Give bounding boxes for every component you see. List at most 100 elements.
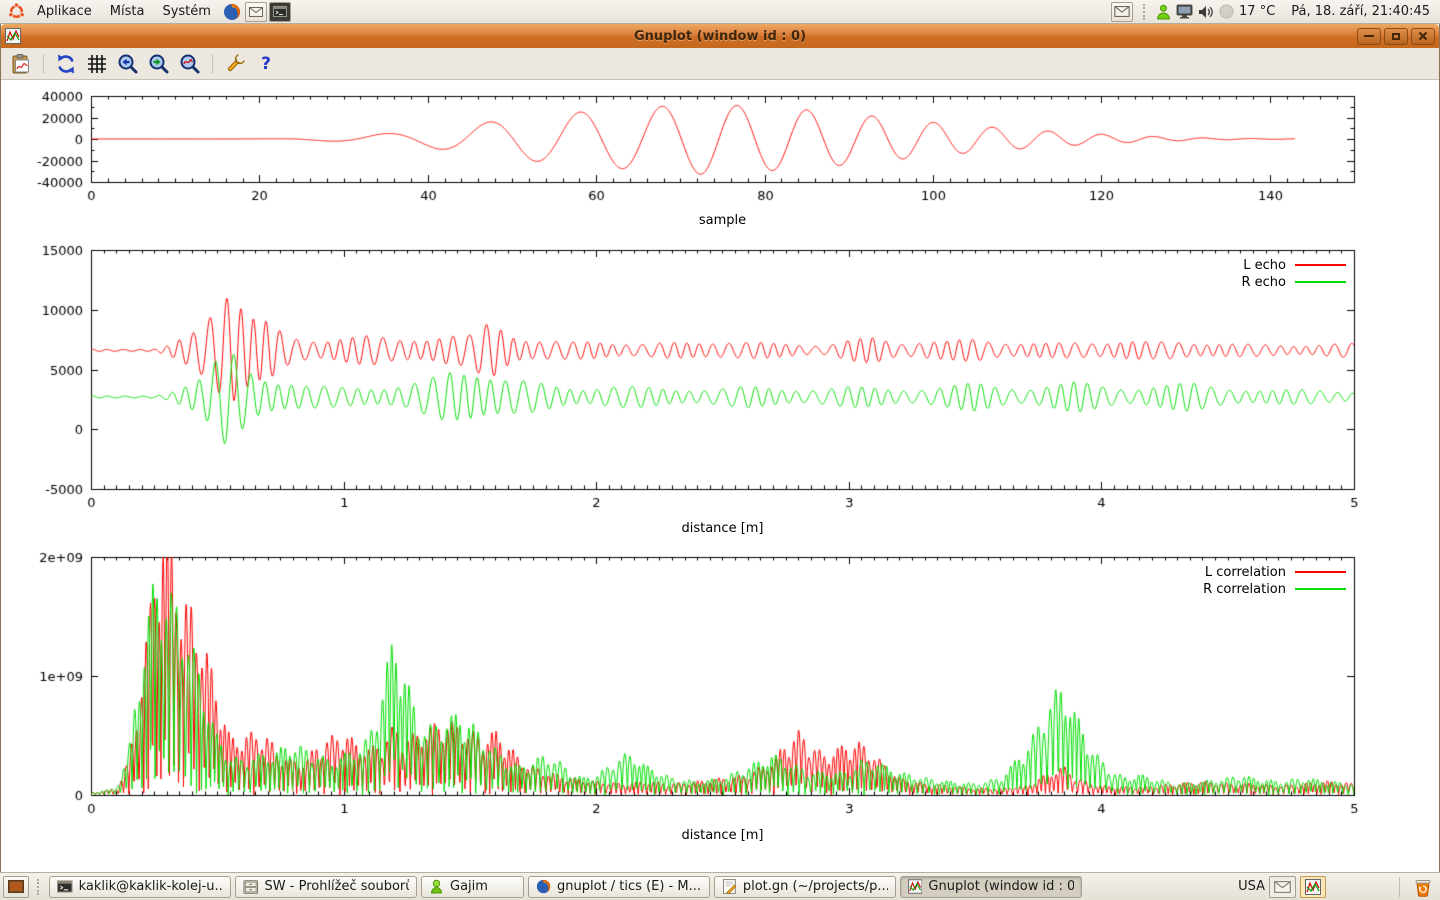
unzoom-icon <box>179 53 201 75</box>
copy-plot-icon <box>10 53 32 75</box>
refresh-icon <box>55 53 77 75</box>
plot-area: sample distance [m] distance [m] L echo … <box>1 80 1439 872</box>
mail-notification[interactable] <box>1111 2 1133 22</box>
grid-toggle-button[interactable] <box>85 52 109 76</box>
legend-line-red <box>1295 264 1346 266</box>
gajim-icon <box>429 879 444 894</box>
task-label: Gajim <box>450 879 488 894</box>
trash-icon <box>1413 877 1433 897</box>
maximize-icon <box>1392 33 1400 40</box>
firefox-icon <box>223 3 241 21</box>
window-title: Gnuplot (window id : 0) <box>1 29 1439 44</box>
menu-applications[interactable]: Aplikace <box>28 0 101 24</box>
wrench-icon <box>224 53 246 75</box>
file-manager-icon <box>243 880 259 894</box>
legend-line-green <box>1295 588 1346 590</box>
keyboard-layout[interactable]: USA <box>1238 879 1265 894</box>
toolbar-separator <box>212 54 213 74</box>
terminal-icon <box>57 880 73 893</box>
chart1-xlabel: sample <box>91 213 1354 228</box>
firefox-launcher[interactable] <box>221 2 243 22</box>
volume-icon[interactable] <box>1198 5 1214 19</box>
task-terminal[interactable]: kaklik@kaklik-kolej-u... <box>49 876 231 898</box>
terminal-icon <box>273 6 287 17</box>
legend-entry: L correlation <box>1205 565 1346 579</box>
menu-system[interactable]: Systém <box>153 0 219 24</box>
legend-entry: L echo <box>1243 258 1346 272</box>
gnome-panel: Aplikace Místa Systém <box>0 0 1440 24</box>
show-desktop-button[interactable] <box>3 876 29 898</box>
minimize-button[interactable] <box>1357 28 1381 45</box>
gnuplot-window: Gnuplot (window id : 0) <box>0 24 1440 872</box>
panel-status-area: 17 °C Pá, 18. září, 21:40:45 <box>1110 2 1436 22</box>
plot-toolbar: ? <box>1 48 1439 80</box>
task-label: Gnuplot (window id : 0) <box>928 879 1074 894</box>
chart3-legend: L correlation R correlation <box>1203 565 1346 596</box>
legend-label: L echo <box>1243 258 1286 273</box>
chart2-legend: L echo R echo <box>1241 258 1346 289</box>
maximize-button[interactable] <box>1384 28 1408 45</box>
legend-label: R echo <box>1241 275 1286 290</box>
mail-icon <box>249 7 263 17</box>
user-switcher-icon[interactable] <box>1156 4 1171 20</box>
copy-to-clipboard-button[interactable] <box>9 52 33 76</box>
panel-separator <box>1143 4 1147 20</box>
minimize-icon <box>1364 35 1374 37</box>
weather-icon <box>1219 4 1234 19</box>
tray-mail-button[interactable] <box>1269 876 1296 898</box>
close-icon <box>1418 31 1428 41</box>
display-icon[interactable] <box>1176 4 1193 19</box>
mail-launcher[interactable] <box>245 2 267 22</box>
toolbar-separator <box>43 54 44 74</box>
legend-label: R correlation <box>1203 582 1286 597</box>
terminal-launcher[interactable] <box>269 2 291 22</box>
taskbar-separator <box>37 879 41 895</box>
ubuntu-logo-icon <box>8 3 25 20</box>
show-desktop-icon <box>8 880 24 893</box>
window-controls <box>1357 28 1435 45</box>
close-button[interactable] <box>1411 28 1435 45</box>
menu-places[interactable]: Místa <box>101 0 154 24</box>
task-label: gnuplot / tics (E) - M... <box>557 879 701 894</box>
task-firefox[interactable]: gnuplot / tics (E) - M... <box>528 876 710 898</box>
trash-applet[interactable] <box>1409 876 1437 898</box>
mail-notify-icon <box>1114 6 1130 17</box>
text-editor-icon <box>722 879 737 894</box>
temperature: 17 °C <box>1239 4 1275 19</box>
task-file-manager[interactable]: SW - Prohlížeč souborů <box>235 876 417 898</box>
legend-entry: R correlation <box>1203 582 1346 596</box>
firefox-icon <box>536 879 551 894</box>
zoom-next-button[interactable] <box>147 52 171 76</box>
help-icon: ? <box>261 54 271 74</box>
zoom-previous-button[interactable] <box>116 52 140 76</box>
task-label: SW - Prohlížeč souborů <box>265 879 409 894</box>
task-label: plot.gn (~/projects/p... <box>743 879 888 894</box>
zoom-next-icon <box>148 53 170 75</box>
refresh-button[interactable] <box>54 52 78 76</box>
charts-canvas[interactable] <box>1 82 1440 870</box>
settings-button[interactable] <box>223 52 247 76</box>
task-label: kaklik@kaklik-kolej-u... <box>79 879 223 894</box>
legend-label: L correlation <box>1205 565 1286 580</box>
grid-icon <box>87 54 107 74</box>
help-button[interactable]: ? <box>254 52 278 76</box>
gnuplot-window-icon <box>5 28 21 44</box>
mail-icon <box>1274 881 1291 893</box>
gnuplot-icon <box>908 879 922 894</box>
taskbar-separator <box>1399 877 1400 897</box>
tray-gnuplot-button[interactable] <box>1300 876 1326 898</box>
chart3-xlabel: distance [m] <box>91 828 1354 843</box>
legend-line-green <box>1295 281 1346 283</box>
gnuplot-icon <box>1305 879 1321 895</box>
legend-line-red <box>1295 571 1346 573</box>
ubuntu-menu-icon[interactable] <box>5 2 27 22</box>
zoom-previous-icon <box>117 53 139 75</box>
task-gajim[interactable]: Gajim <box>421 876 524 898</box>
chart2-xlabel: distance [m] <box>91 521 1354 536</box>
clock[interactable]: Pá, 18. září, 21:40:45 <box>1291 4 1430 19</box>
task-text-editor[interactable]: plot.gn (~/projects/p... <box>714 876 896 898</box>
task-gnuplot[interactable]: Gnuplot (window id : 0) <box>900 876 1082 898</box>
legend-entry: R echo <box>1241 275 1346 289</box>
window-titlebar[interactable]: Gnuplot (window id : 0) <box>1 24 1439 48</box>
unzoom-button[interactable] <box>178 52 202 76</box>
